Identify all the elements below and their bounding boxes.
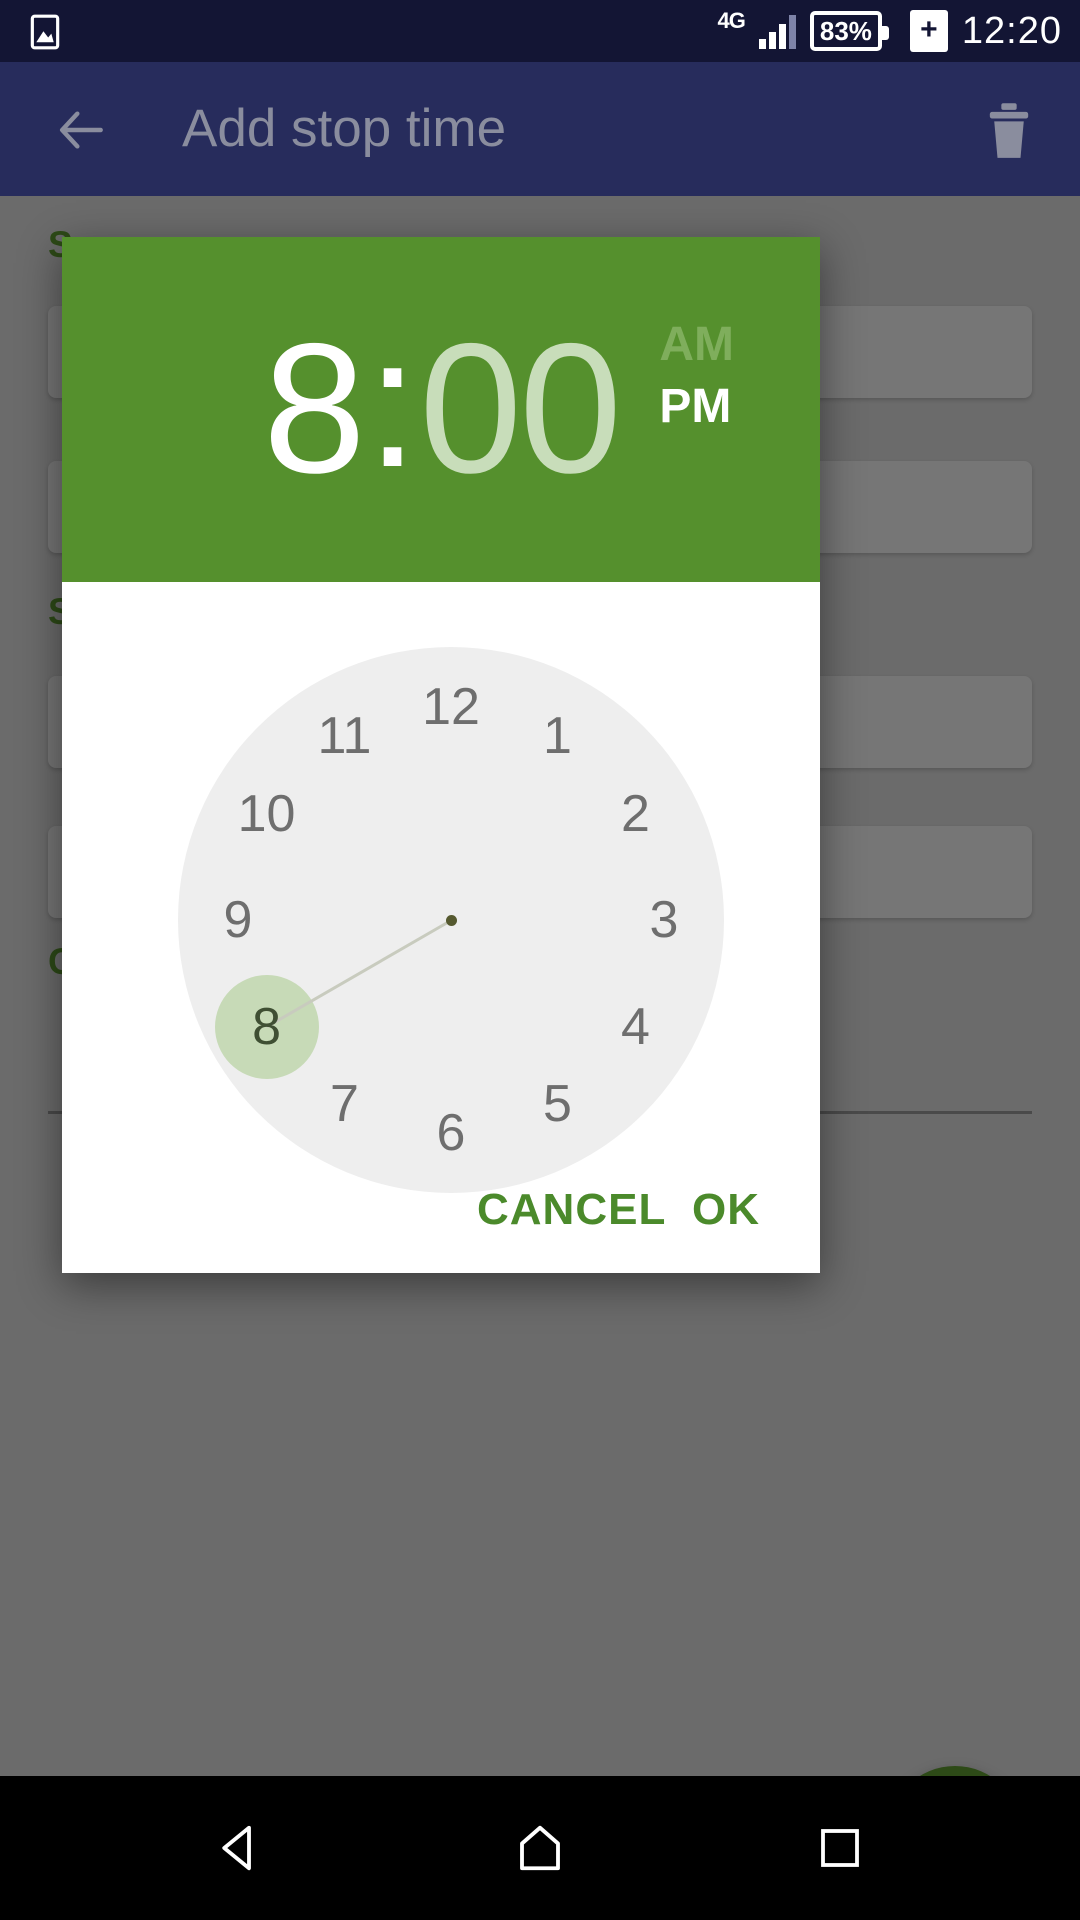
time-picker-body: 12 1 2 3 4 5 6 7 8 9 10 11 CANCEL OK [62,582,820,1273]
image-icon [30,14,60,50]
ok-button[interactable]: OK [692,1185,760,1235]
time-picker-header: 8 : 00 AM PM [62,237,820,582]
back-arrow-icon[interactable] [54,102,110,158]
time-colon: : [366,300,418,506]
hour-value[interactable]: 8 [263,317,366,502]
am-option[interactable]: AM [659,321,734,369]
nav-bar [0,1776,1080,1920]
nav-recents-button[interactable] [760,1776,920,1920]
nav-home-button[interactable] [460,1776,620,1920]
nav-recents-square-icon [821,1829,859,1867]
cancel-button[interactable]: CANCEL [477,1185,666,1235]
trash-icon[interactable] [986,100,1032,162]
pm-option[interactable]: PM [659,383,731,431]
clock-number-8[interactable]: 8 [219,979,315,1075]
battery-indicator: 83% [809,11,889,51]
nav-home-icon [520,1825,560,1871]
time-picker-dialog: 8 : 00 AM PM 12 1 2 3 4 5 6 7 8 9 10 11 CANCEL OK [62,237,820,1273]
clock-number-9[interactable]: 9 [190,872,286,968]
network-type-label: 4G [717,8,746,33]
clock-center-dot [446,915,457,926]
page-title: Add stop time [182,99,507,158]
nav-back-button[interactable] [160,1776,320,1920]
am-pm-selector: AM PM [659,321,734,431]
clock-number-2[interactable]: 2 [587,766,683,862]
status-bar-right: 4G 83% + 12:20 [718,0,1063,62]
nav-back-triangle-icon [222,1825,251,1871]
clock-number-3[interactable]: 3 [616,872,712,968]
clock-number-11[interactable]: 11 [297,688,393,784]
signal-bars-icon [758,13,796,49]
app-bar: Add stop time [0,62,1080,196]
status-bar: 4G 83% + 12:20 [0,0,1080,62]
clock-number-12[interactable]: 12 [403,659,499,755]
plus-icon: + [909,10,948,52]
minute-value[interactable]: 00 [419,317,622,502]
screen: S S C 4G 83% + 12:20 [0,0,1080,1920]
battery-percent-label: 83% [819,16,872,46]
dialog-actions: CANCEL OK [62,1123,820,1273]
status-bar-clock: 12:20 [961,9,1062,52]
clock-face[interactable]: 12 1 2 3 4 5 6 7 8 9 10 11 [178,647,724,1193]
